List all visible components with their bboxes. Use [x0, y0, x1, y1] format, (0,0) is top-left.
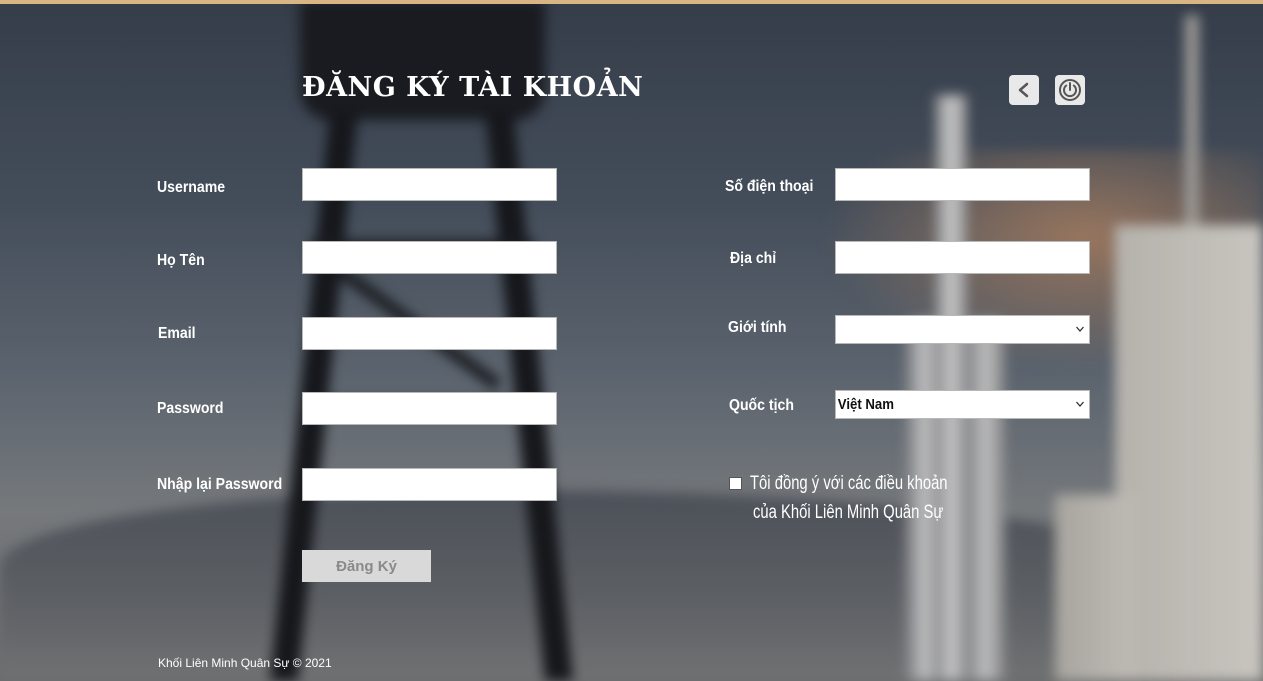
agree-terms-checkbox[interactable] [729, 477, 742, 490]
address-input[interactable] [835, 241, 1090, 274]
chevron-down-icon [1076, 401, 1084, 407]
registration-page: ĐĂNG KÝ TÀI KHOẢN Username Họ Tên Email … [0, 0, 1263, 681]
password-label: Password [157, 400, 224, 417]
nationality-label: Quốc tịch [729, 397, 794, 414]
chevron-down-icon [1076, 326, 1084, 332]
top-accent-bar [0, 0, 1263, 4]
power-icon [1059, 79, 1081, 101]
chevron-left-icon [1018, 82, 1029, 98]
confirm-password-label: Nhập lại Password [157, 476, 283, 493]
gender-select[interactable] [835, 315, 1090, 344]
fullname-input[interactable] [302, 241, 557, 274]
page-title: ĐĂNG KÝ TÀI KHOẢN [302, 72, 644, 103]
phone-input[interactable] [835, 168, 1090, 201]
username-input[interactable] [302, 168, 557, 201]
power-button[interactable] [1055, 75, 1085, 105]
confirm-password-input[interactable] [302, 468, 557, 501]
register-button[interactable]: Đăng Ký [302, 550, 431, 582]
gender-label: Giới tính [728, 319, 787, 336]
footer-copyright: Khối Liên Minh Quân Sự © 2021 [158, 656, 332, 670]
agree-terms-text-line2: của Khối Liên Minh Quân Sự [753, 502, 944, 523]
fullname-label: Họ Tên [157, 252, 205, 269]
nationality-select[interactable]: Việt Nam [835, 390, 1090, 419]
nationality-select-value: Việt Nam [837, 396, 895, 413]
back-button[interactable] [1009, 75, 1039, 105]
password-input[interactable] [302, 392, 557, 425]
email-label: Email [158, 325, 196, 342]
email-input[interactable] [302, 317, 557, 350]
phone-label: Số điện thoại [725, 178, 814, 195]
agree-terms-text-line1: Tôi đồng ý với các điều khoản [750, 473, 948, 494]
address-label: Địa chỉ [730, 250, 777, 267]
username-label: Username [157, 179, 226, 196]
